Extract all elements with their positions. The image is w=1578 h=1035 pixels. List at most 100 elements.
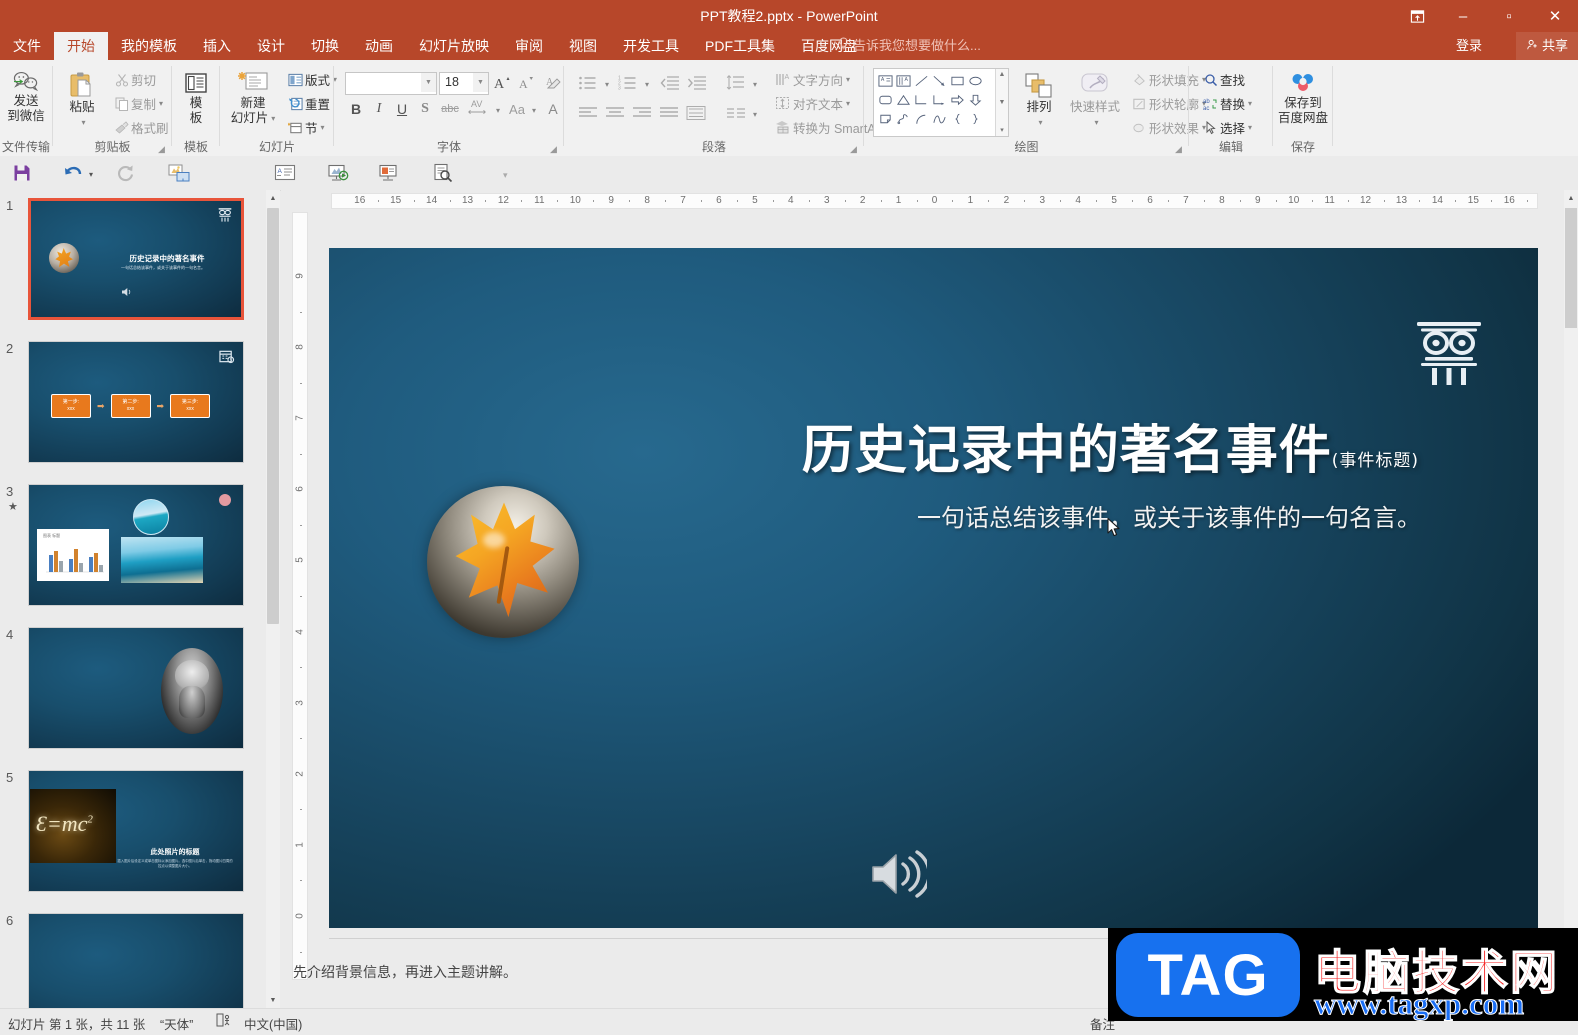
font-color-button[interactable]: A	[542, 98, 564, 120]
tab-home[interactable]: 开始	[54, 32, 108, 60]
thumbnail-scroll-thumb[interactable]	[267, 208, 279, 624]
columns-chevron-down-icon[interactable]: ▾	[753, 110, 757, 119]
increase-indent-button[interactable]	[684, 72, 710, 94]
arrange-button[interactable]: 排列 ▾	[1015, 68, 1063, 130]
tab-pdf-tools[interactable]: PDF工具集	[692, 32, 788, 60]
copy-button[interactable]: 复制 ▾	[110, 92, 166, 115]
clipboard-dialog-launcher[interactable]: ◢	[158, 144, 168, 154]
shape-vertical-text-icon[interactable]: A	[894, 71, 912, 90]
underline-button[interactable]: U	[391, 98, 413, 120]
shape-triangle-icon[interactable]	[894, 90, 912, 109]
undo-chevron-down-icon[interactable]: ▾	[89, 170, 93, 179]
slide-title-text[interactable]: 历史记录中的著名事件(事件标题)	[759, 408, 1419, 483]
cut-button[interactable]: 剪切	[110, 68, 159, 91]
shape-rectangle-icon[interactable]	[948, 71, 966, 90]
font-size-combo[interactable]: 18 ▼	[439, 72, 489, 95]
slide-thumb-6[interactable]: 6	[0, 913, 262, 1008]
start-from-beginning-icon[interactable]	[166, 160, 192, 186]
slide-scroll-up-icon[interactable]: ▲	[1564, 190, 1578, 206]
tab-view[interactable]: 视图	[556, 32, 610, 60]
shape-freeform-icon[interactable]	[894, 109, 912, 128]
tab-animations[interactable]: 动画	[352, 32, 406, 60]
paste-button[interactable]: 粘贴 ▾	[60, 66, 104, 130]
tab-developer[interactable]: 开发工具	[610, 32, 692, 60]
arrange-chevron-down-icon[interactable]: ▾	[1038, 115, 1042, 130]
customize-qat-icon[interactable]: ▾	[503, 170, 508, 181]
shape-right-arrow-icon[interactable]	[948, 90, 966, 109]
shapes-gallery-scrollbar[interactable]: ▲ ▼ ▾	[995, 69, 1008, 136]
shape-curve-icon[interactable]	[930, 109, 948, 128]
strikethrough-button[interactable]: abc	[437, 98, 463, 120]
text-direction-button[interactable]: A 文字方向 ▾	[770, 68, 853, 91]
reset-button[interactable]: 重置	[283, 92, 333, 115]
character-spacing-button[interactable]: AV	[465, 96, 491, 118]
signin-button[interactable]: 登录	[1456, 32, 1482, 60]
accessibility-check-icon[interactable]	[216, 1013, 232, 1030]
ribbon-display-options-icon[interactable]	[1394, 0, 1440, 32]
shape-left-brace-icon[interactable]	[948, 109, 966, 128]
paste-chevron-down-icon[interactable]: ▾	[81, 115, 85, 130]
slide-thumb-3[interactable]: 3 ★ 图表 标题	[0, 484, 262, 622]
shape-right-brace-icon[interactable]	[966, 109, 984, 128]
present-online-icon[interactable]	[325, 160, 351, 186]
undo-icon[interactable]	[60, 160, 86, 186]
slide-thumb-1-image[interactable]: 历史记录中的著名事件 一句话总结该事件，或关于该事件的一句名言。	[28, 198, 244, 320]
align-center-button[interactable]	[602, 102, 628, 124]
align-text-button[interactable]: 对齐文本 ▾	[770, 92, 853, 115]
decrease-indent-button[interactable]	[657, 72, 683, 94]
line-spacing-chevron-down-icon[interactable]: ▾	[753, 80, 757, 89]
send-to-wechat-button[interactable]: 发送 到微信	[2, 66, 50, 124]
find-button[interactable]: 查找	[1198, 68, 1248, 91]
paragraph-dialog-launcher[interactable]: ◢	[850, 144, 860, 154]
tell-me-search[interactable]: 告诉我您想要做什么...	[838, 32, 981, 60]
line-spacing-button[interactable]	[723, 72, 749, 94]
slideshow-icon[interactable]	[376, 160, 402, 186]
slide-thumb-6-image[interactable]	[28, 913, 244, 1008]
slide-thumb-3-image[interactable]: 图表 标题	[28, 484, 244, 606]
shapes-scroll-down-icon[interactable]: ▼	[999, 99, 1006, 106]
character-spacing-chevron-down-icon[interactable]: ▾	[496, 106, 500, 115]
font-name-combo[interactable]: ▼	[345, 72, 437, 95]
redo-icon[interactable]	[112, 160, 138, 186]
save-to-baidu-button[interactable]: 保存到 百度网盘	[1276, 66, 1330, 126]
slide-canvas[interactable]: 历史记录中的著名事件(事件标题) 一句话总结该事件，或关于该事件的一句名言。	[329, 248, 1538, 928]
speaker-audio-icon[interactable]	[869, 848, 931, 900]
slide-thumb-2-image[interactable]: 第一步: xxx ➡ 第二步: xxx ➡ 第三步: xxx	[28, 341, 244, 463]
clear-formatting-button[interactable]: A	[542, 71, 564, 93]
tab-review[interactable]: 审阅	[502, 32, 556, 60]
columns-button[interactable]	[723, 102, 749, 124]
print-preview-icon[interactable]	[430, 160, 456, 186]
slide-thumb-4[interactable]: 4	[0, 627, 262, 765]
thumbnail-scroll-up-icon[interactable]: ▲	[266, 190, 280, 206]
thumbnail-scroll-down-icon[interactable]: ▼	[266, 992, 280, 1008]
distribute-text-button[interactable]	[683, 102, 709, 124]
new-slide-quick-icon[interactable]: A	[272, 160, 298, 186]
increase-font-size-button[interactable]: A	[491, 71, 513, 93]
font-name-chevron-down-icon[interactable]: ▼	[421, 73, 436, 92]
slide-scroll-thumb[interactable]	[1565, 208, 1577, 328]
shape-elbow-arrow-connector-icon[interactable]	[930, 90, 948, 109]
copy-chevron-down-icon[interactable]: ▾	[159, 99, 163, 108]
share-button[interactable]: 共享	[1516, 32, 1578, 60]
shape-rounded-rectangle-icon[interactable]	[876, 90, 894, 109]
slide-vertical-scrollbar[interactable]: ▲ ▼	[1564, 190, 1578, 980]
select-button[interactable]: 选择 ▾	[1198, 116, 1255, 139]
shapes-gallery[interactable]: A A ▲ ▼ ▾	[873, 68, 1009, 137]
shape-folded-corner-icon[interactable]	[876, 109, 894, 128]
template-button[interactable]: 模 板	[177, 68, 215, 126]
bold-button[interactable]: B	[345, 98, 367, 120]
align-left-button[interactable]	[575, 102, 601, 124]
font-dialog-launcher[interactable]: ◢	[550, 144, 560, 154]
section-button[interactable]: 节 ▾	[283, 116, 328, 139]
section-chevron-down-icon[interactable]: ▾	[321, 123, 325, 132]
justify-button[interactable]	[656, 102, 682, 124]
italic-button[interactable]: I	[368, 98, 390, 120]
shape-arc-icon[interactable]	[912, 109, 930, 128]
bullets-button[interactable]	[575, 72, 601, 94]
close-button[interactable]: ✕	[1532, 0, 1578, 32]
bullets-chevron-down-icon[interactable]: ▾	[605, 80, 609, 89]
shapes-more-icon[interactable]: ▾	[1000, 126, 1004, 134]
replace-chevron-down-icon[interactable]: ▾	[1248, 99, 1252, 108]
tab-my-templates[interactable]: 我的模板	[108, 32, 190, 60]
drawing-dialog-launcher[interactable]: ◢	[1175, 144, 1185, 154]
